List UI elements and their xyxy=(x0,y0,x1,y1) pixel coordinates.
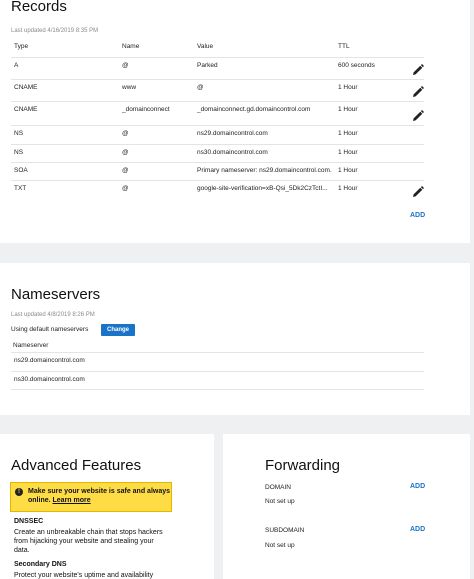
advanced-features-card: Advanced Features ! Make sure your websi… xyxy=(0,434,214,579)
record-row: CNAME _domainconnect _domainconnect.gd.d… xyxy=(11,101,424,125)
record-row: NS @ ns29.domaincontrol.com 1 Hour xyxy=(11,125,424,144)
nameserver-row: ns29.domaincontrol.com xyxy=(11,352,424,371)
advanced-features-title: Advanced Features xyxy=(11,457,142,474)
record-value: ns29.domaincontrol.com xyxy=(197,130,268,137)
forwarding-domain-label: DOMAIN xyxy=(265,484,291,491)
pencil-icon[interactable] xyxy=(412,110,424,122)
forwarding-card: Forwarding DOMAIN ADD Not set up SUBDOMA… xyxy=(223,434,470,579)
record-name: @ xyxy=(122,149,129,156)
record-value: @ xyxy=(197,84,204,91)
forwarding-subdomain-value: Not set up xyxy=(265,542,295,549)
record-name: @ xyxy=(122,130,129,137)
nameservers-status: Using default nameservers xyxy=(11,326,89,333)
feature-title-secondary-dns: Secondary DNS xyxy=(14,561,67,568)
records-card: Records Last updated 4/16/2019 8:35 PM T… xyxy=(0,0,470,243)
record-value: ns30.domaincontrol.com xyxy=(197,149,268,156)
pencil-icon[interactable] xyxy=(412,186,424,198)
record-type: TXT xyxy=(14,185,27,192)
forwarding-domain-value: Not set up xyxy=(265,498,295,505)
nameservers-last-updated: Last updated 4/8/2019 8:26 PM xyxy=(11,312,95,318)
nameservers-title: Nameservers xyxy=(11,286,101,303)
record-row: A @ Parked 600 seconds xyxy=(11,57,424,79)
learn-more-link[interactable]: Learn more xyxy=(53,497,91,504)
record-value: Parked xyxy=(197,62,218,69)
forwarding-subdomain-label: SUBDOMAIN xyxy=(265,527,305,534)
record-type: CNAME xyxy=(14,84,38,91)
column-header-name: Name xyxy=(122,43,140,50)
record-name: @ xyxy=(122,167,129,174)
record-type: CNAME xyxy=(14,106,38,113)
feature-title-dnssec: DNSSEC xyxy=(14,518,44,525)
record-ttl: 1 Hour xyxy=(338,167,358,174)
feature-desc-secondary-dns: Protect your website's uptime and availa… xyxy=(14,572,154,579)
records-last-updated: Last updated 4/16/2019 8:35 PM xyxy=(11,28,99,34)
pencil-icon[interactable] xyxy=(412,86,424,98)
column-header-value: Value xyxy=(197,43,214,50)
record-ttl: 1 Hour xyxy=(338,84,358,91)
forwarding-title: Forwarding xyxy=(265,457,341,474)
record-name: _domainconnect xyxy=(122,106,170,113)
change-nameservers-button[interactable]: Change xyxy=(101,324,135,336)
record-type: NS xyxy=(14,130,24,137)
record-value: google-site-verification=xB-Qsi_5Dk2CzTc… xyxy=(197,185,328,192)
record-type: A xyxy=(14,62,19,69)
record-row: TXT @ google-site-verification=xB-Qsi_5D… xyxy=(11,180,424,202)
column-header-type: Type xyxy=(14,43,29,50)
feature-desc-dnssec: Create an unbreakable chain that stops h… xyxy=(14,529,163,554)
record-row: SOA @ Primary nameserver: ns29.domaincon… xyxy=(11,162,424,180)
record-name: @ xyxy=(122,185,129,192)
record-value: Primary nameserver: ns29.domaincontrol.c… xyxy=(197,167,332,174)
record-type: SOA xyxy=(14,167,28,174)
warning-text: Make sure your website is safe and alway… xyxy=(28,488,171,504)
nameservers-card: Nameservers Last updated 4/8/2019 8:26 P… xyxy=(0,263,470,415)
record-ttl: 1 Hour xyxy=(338,106,358,113)
pencil-icon[interactable] xyxy=(412,64,424,76)
record-row: NS @ ns30.domaincontrol.com 1 Hour xyxy=(11,144,424,162)
record-ttl: 1 Hour xyxy=(338,130,358,137)
record-ttl: 600 seconds xyxy=(338,62,375,69)
add-record-button[interactable]: ADD xyxy=(410,212,425,219)
records-title: Records xyxy=(11,0,67,15)
record-ttl: 1 Hour xyxy=(338,149,358,156)
record-name: www xyxy=(122,84,137,91)
record-name: @ xyxy=(122,62,129,69)
nameserver-row: ns30.domaincontrol.com xyxy=(11,371,424,390)
add-subdomain-forwarding-button[interactable]: ADD xyxy=(410,526,425,533)
column-header-nameserver: Nameserver xyxy=(13,342,49,349)
warning-message: Make sure your website is safe and alway… xyxy=(28,487,170,505)
warning-banner: ! Make sure your website is safe and alw… xyxy=(10,482,172,512)
add-domain-forwarding-button[interactable]: ADD xyxy=(410,483,425,490)
record-type: NS xyxy=(14,149,24,156)
record-value: _domainconnect.gd.domaincontrol.com xyxy=(197,106,311,113)
warning-icon: ! xyxy=(15,488,23,496)
record-ttl: 1 Hour xyxy=(338,185,358,192)
record-row: CNAME www @ 1 Hour xyxy=(11,79,424,101)
column-header-ttl: TTL xyxy=(338,43,350,50)
